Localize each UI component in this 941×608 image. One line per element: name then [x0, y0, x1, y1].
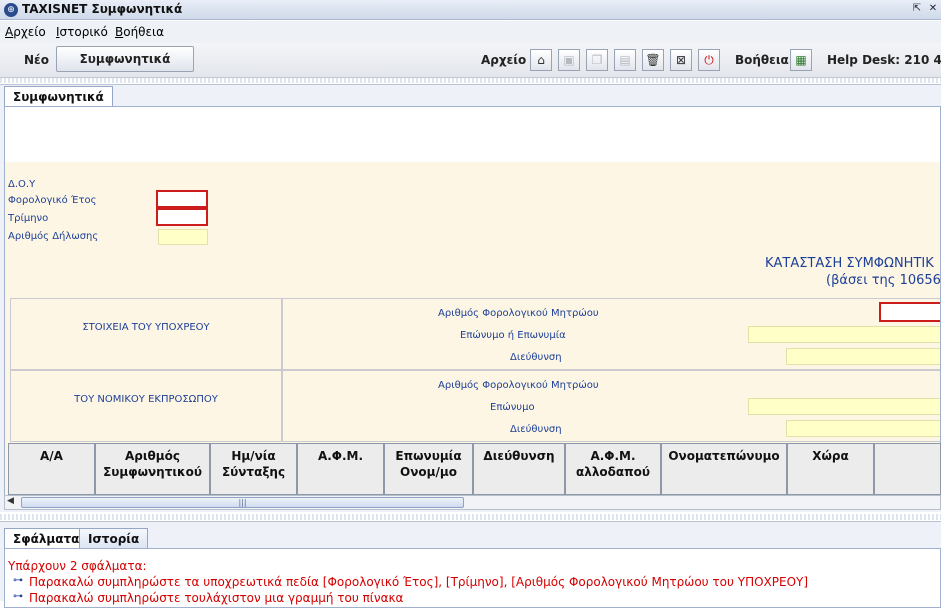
column-header-foreign-afm[interactable]: Α.Φ.Μ. αλλοδαπού	[565, 443, 661, 495]
column-header-country[interactable]: Χώρα	[787, 443, 874, 495]
representative-address-input[interactable]	[786, 420, 940, 437]
title-bar: ⊕ TAXISNET Συμφωνητικά ⇱ ✕	[0, 0, 941, 20]
obligor-afm-label: Αριθμός Φορολογικού Μητρώου	[438, 308, 599, 319]
form-container: Δ.Ο.Υ Φορολογικό Έτος Τρίμηνο Αριθμός Δή…	[4, 106, 941, 496]
representative-address-label: Διεύθυνση	[510, 424, 562, 435]
close-window-icon[interactable]: ✕	[926, 2, 940, 16]
declaration-no-input[interactable]	[158, 229, 208, 245]
thumb-grip-icon: |||	[238, 498, 247, 507]
column-header-name[interactable]: Επωνυμία Ονομ/μο	[384, 443, 473, 495]
obligor-name-label: Επώνυμο ή Επωνυμία	[460, 330, 566, 341]
exit-icon[interactable]: ⏻	[698, 49, 720, 71]
column-header-date[interactable]: Ημ/νία Σύνταξης	[210, 443, 297, 495]
obligor-name-input[interactable]	[748, 326, 940, 343]
column-header-address[interactable]: Διεύθυνση	[473, 443, 565, 495]
representative-section-title-box: ΤΟΥ ΝΟΜΙΚΟΥ ΕΚΠΡΟΣΩΠΟΥ	[10, 370, 282, 442]
obligor-address-label: Διεύθυνση	[510, 352, 562, 363]
quarter-label: Τρίμηνο	[8, 213, 49, 224]
helpdesk-label: Help Desk: 210 4802	[827, 53, 941, 67]
obligor-section-title-box: ΣΤΟΙΧΕΙΑ ΤΟΥ ΥΠΟΧΡΕΟΥ	[10, 298, 282, 370]
column-header-extra[interactable]	[874, 443, 941, 495]
menu-bar: Αρχείο Ιστορικό Βοήθεια	[0, 21, 941, 43]
report-title: ΚΑΤΑΣΤΑΣΗ ΣΥΜΦΩΝΗΤΙΚ	[765, 256, 934, 271]
column-header-fullname[interactable]: Ονοματεπώνυμο	[661, 443, 787, 495]
declaration-no-label: Αριθμός Δήλωσης	[8, 231, 99, 242]
agreements-button-label: Συμφωνητικά	[79, 52, 171, 66]
splitter-bottom[interactable]	[0, 514, 941, 520]
splitter-top[interactable]	[0, 78, 941, 83]
representative-surname-label: Επώνυμο	[490, 402, 535, 413]
restore-icon[interactable]: ⇱	[910, 2, 924, 16]
representative-section-title: ΤΟΥ ΝΟΜΙΚΟΥ ΕΚΠΡΟΣΩΠΟΥ	[74, 394, 218, 405]
new-button[interactable]: Νέο	[24, 53, 49, 67]
horizontal-scrollbar[interactable]: ◀ |||	[4, 495, 941, 510]
scroll-left-icon[interactable]: ◀	[7, 496, 14, 506]
menu-help[interactable]: Βοήθεια	[115, 25, 164, 39]
tab-history[interactable]: Ιστορία	[79, 528, 149, 549]
agreements-button[interactable]: Συμφωνητικά	[56, 46, 194, 72]
obligor-address-input[interactable]	[786, 348, 940, 365]
tax-year-label: Φορολογικό Έτος	[8, 195, 97, 206]
column-header-agreement-no[interactable]: Αριθμός Συμφωνητικού	[95, 443, 210, 495]
doy-label: Δ.Ο.Υ	[8, 179, 36, 190]
menu-file[interactable]: Αρχείο	[5, 25, 46, 39]
tax-year-input[interactable]	[156, 190, 208, 208]
column-header-aa[interactable]: Α/Α	[8, 443, 95, 495]
app-icon: ⊕	[4, 3, 18, 17]
error-header: Υπάρχουν 2 σφάλματα:	[8, 559, 147, 573]
toolbar: Νέο Συμφωνητικά Αρχείο ⌂ ▣ ❐ ▤ 🗑 ⊠ ⏻ Βοή…	[0, 43, 941, 78]
report-subtitle: (βάσει της 106560	[826, 273, 941, 288]
window-title: TAXISNET Συμφωνητικά	[22, 2, 183, 16]
tab-errors[interactable]: Σφάλματα	[4, 528, 89, 549]
error-item[interactable]: Παρακαλώ συμπληρώστε τουλάχιστον μια γρα…	[29, 591, 403, 605]
tab-agreements[interactable]: Συμφωνητικά	[4, 86, 113, 107]
main-panel: Συμφωνητικά Δ.Ο.Υ Φορολογικό Έτος Τρίμην…	[0, 84, 941, 512]
tree-node-icon: ⊶	[13, 575, 23, 586]
scrollbar-thumb[interactable]: |||	[21, 497, 464, 508]
quarter-input[interactable]	[156, 208, 208, 226]
bottom-panel: Σφάλματα Ιστορία Υπάρχουν 2 σφάλματα: ⊶ …	[0, 521, 941, 608]
obligor-afm-input[interactable]	[879, 302, 940, 322]
file-section-label: Αρχείο	[481, 53, 527, 67]
messages-area: Υπάρχουν 2 σφάλματα: ⊶ Παρακαλώ συμπληρώ…	[4, 548, 941, 608]
save-icon[interactable]: ▣	[558, 49, 580, 71]
print-icon[interactable]: ▤	[614, 49, 636, 71]
help-icon[interactable]: ▦	[790, 49, 812, 71]
tree-node-icon: ⊶	[13, 591, 23, 602]
error-item[interactable]: Παρακαλώ συμπληρώστε τα υποχρεωτικά πεδί…	[29, 575, 808, 589]
help-section-label: Βοήθεια	[735, 53, 789, 67]
representative-surname-input[interactable]	[748, 398, 940, 415]
representative-afm-label: Αριθμός Φορολογικού Μητρώου	[438, 380, 599, 391]
column-header-afm[interactable]: Α.Φ.Μ.	[297, 443, 384, 495]
menu-history[interactable]: Ιστορικό	[56, 25, 108, 39]
open-icon[interactable]: ⌂	[530, 49, 552, 71]
delete-icon[interactable]: 🗑	[642, 49, 664, 71]
save-all-icon[interactable]: ❐	[586, 49, 608, 71]
obligor-section-title: ΣΤΟΙΧΕΙΑ ΤΟΥ ΥΠΟΧΡΕΟΥ	[82, 322, 210, 333]
clear-icon[interactable]: ⊠	[670, 49, 692, 71]
